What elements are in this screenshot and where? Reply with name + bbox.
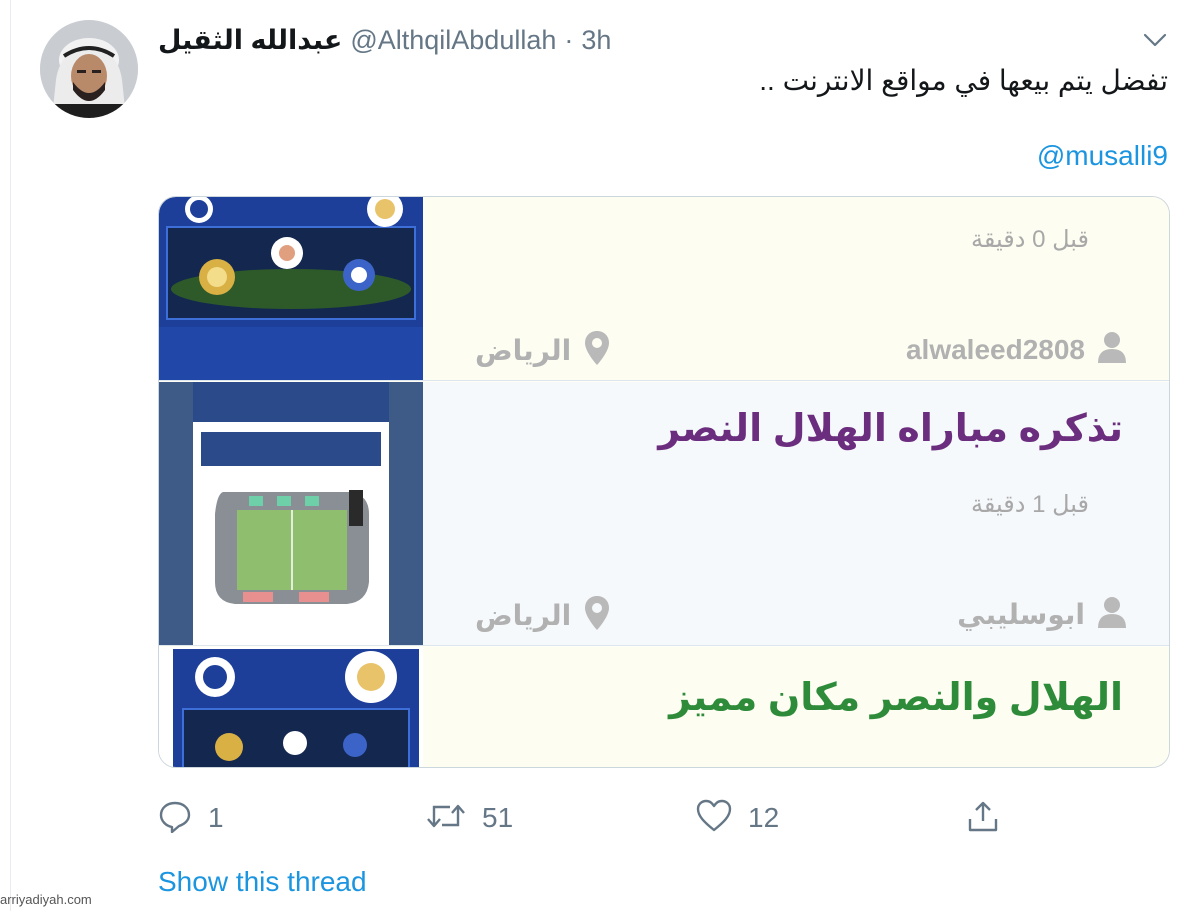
listing-location[interactable]: الرياض [475,331,610,370]
retweet-button[interactable]: 51 [426,796,513,840]
tweet-header: عبدالله الثقيل @AlthqilAbdullah · 3h [158,22,611,58]
listing-location-label: الرياض [475,335,572,366]
listing-thumbnail [159,647,423,767]
listing-item[interactable]: تذكره مباراه الهلال النصر قبل 1 دقيقة اب… [159,382,1169,646]
watermark: arriyadiyah.com [0,892,92,907]
avatar[interactable] [40,20,138,118]
retweet-count: 51 [482,802,514,833]
like-count: 12 [748,802,780,833]
listing-location[interactable]: الرياض [475,596,610,635]
media-card[interactable]: قبل 0 دقيقة alwaleed2808 الرياض تذكره مب… [158,196,1170,768]
listing-location-label: الرياض [475,600,572,631]
listing-time: قبل 0 دقيقة [971,226,1089,253]
share-button[interactable] [966,796,1000,840]
user-icon [1097,331,1127,368]
display-name[interactable]: عبدالله الثقيل [158,25,342,56]
listing-thumbnail [159,197,423,380]
user-icon [1097,596,1127,633]
avatar-portrait [40,20,138,118]
retweet-icon [426,799,466,838]
listing-thumbnail [159,382,423,645]
user-handle[interactable]: @AlthqilAbdullah [350,25,556,56]
reply-button[interactable]: 1 [158,796,224,840]
location-pin-icon [585,596,610,635]
timestamp[interactable]: 3h [581,25,611,56]
listing-time: قبل 1 دقيقة [971,491,1089,518]
tweet-actions: 1 51 12 [158,796,1170,840]
show-thread-link[interactable]: Show this thread [158,866,367,898]
chevron-down-icon[interactable] [1142,30,1168,50]
listing-user[interactable]: alwaleed2808 [906,331,1127,368]
listing-username: ابوسليبي [957,599,1085,630]
separator-dot: · [564,24,574,55]
reply-count: 1 [208,802,224,833]
listing-username: alwaleed2808 [905,333,1085,365]
timeline-border [10,0,11,911]
tweet-page: عبدالله الثقيل @AlthqilAbdullah · 3h تفض… [0,0,1200,911]
mention-link[interactable]: @musalli9 [1037,140,1168,172]
tweet-text: تفضل يتم بيعها في مواقع الانترنت .. [759,65,1168,96]
like-icon [696,799,732,838]
listing-title[interactable]: الهلال والنصر مكان مميز [669,675,1123,720]
reply-icon [158,799,192,838]
listing-title[interactable]: تذكره مباراه الهلال النصر [658,406,1123,451]
listing-user[interactable]: ابوسليبي [957,596,1127,633]
listing-item[interactable]: قبل 0 دقيقة alwaleed2808 الرياض [159,197,1169,381]
listing-item[interactable]: الهلال والنصر مكان مميز [159,647,1169,767]
like-button[interactable]: 12 [696,796,779,840]
share-icon [966,799,1000,838]
location-pin-icon [585,331,610,370]
